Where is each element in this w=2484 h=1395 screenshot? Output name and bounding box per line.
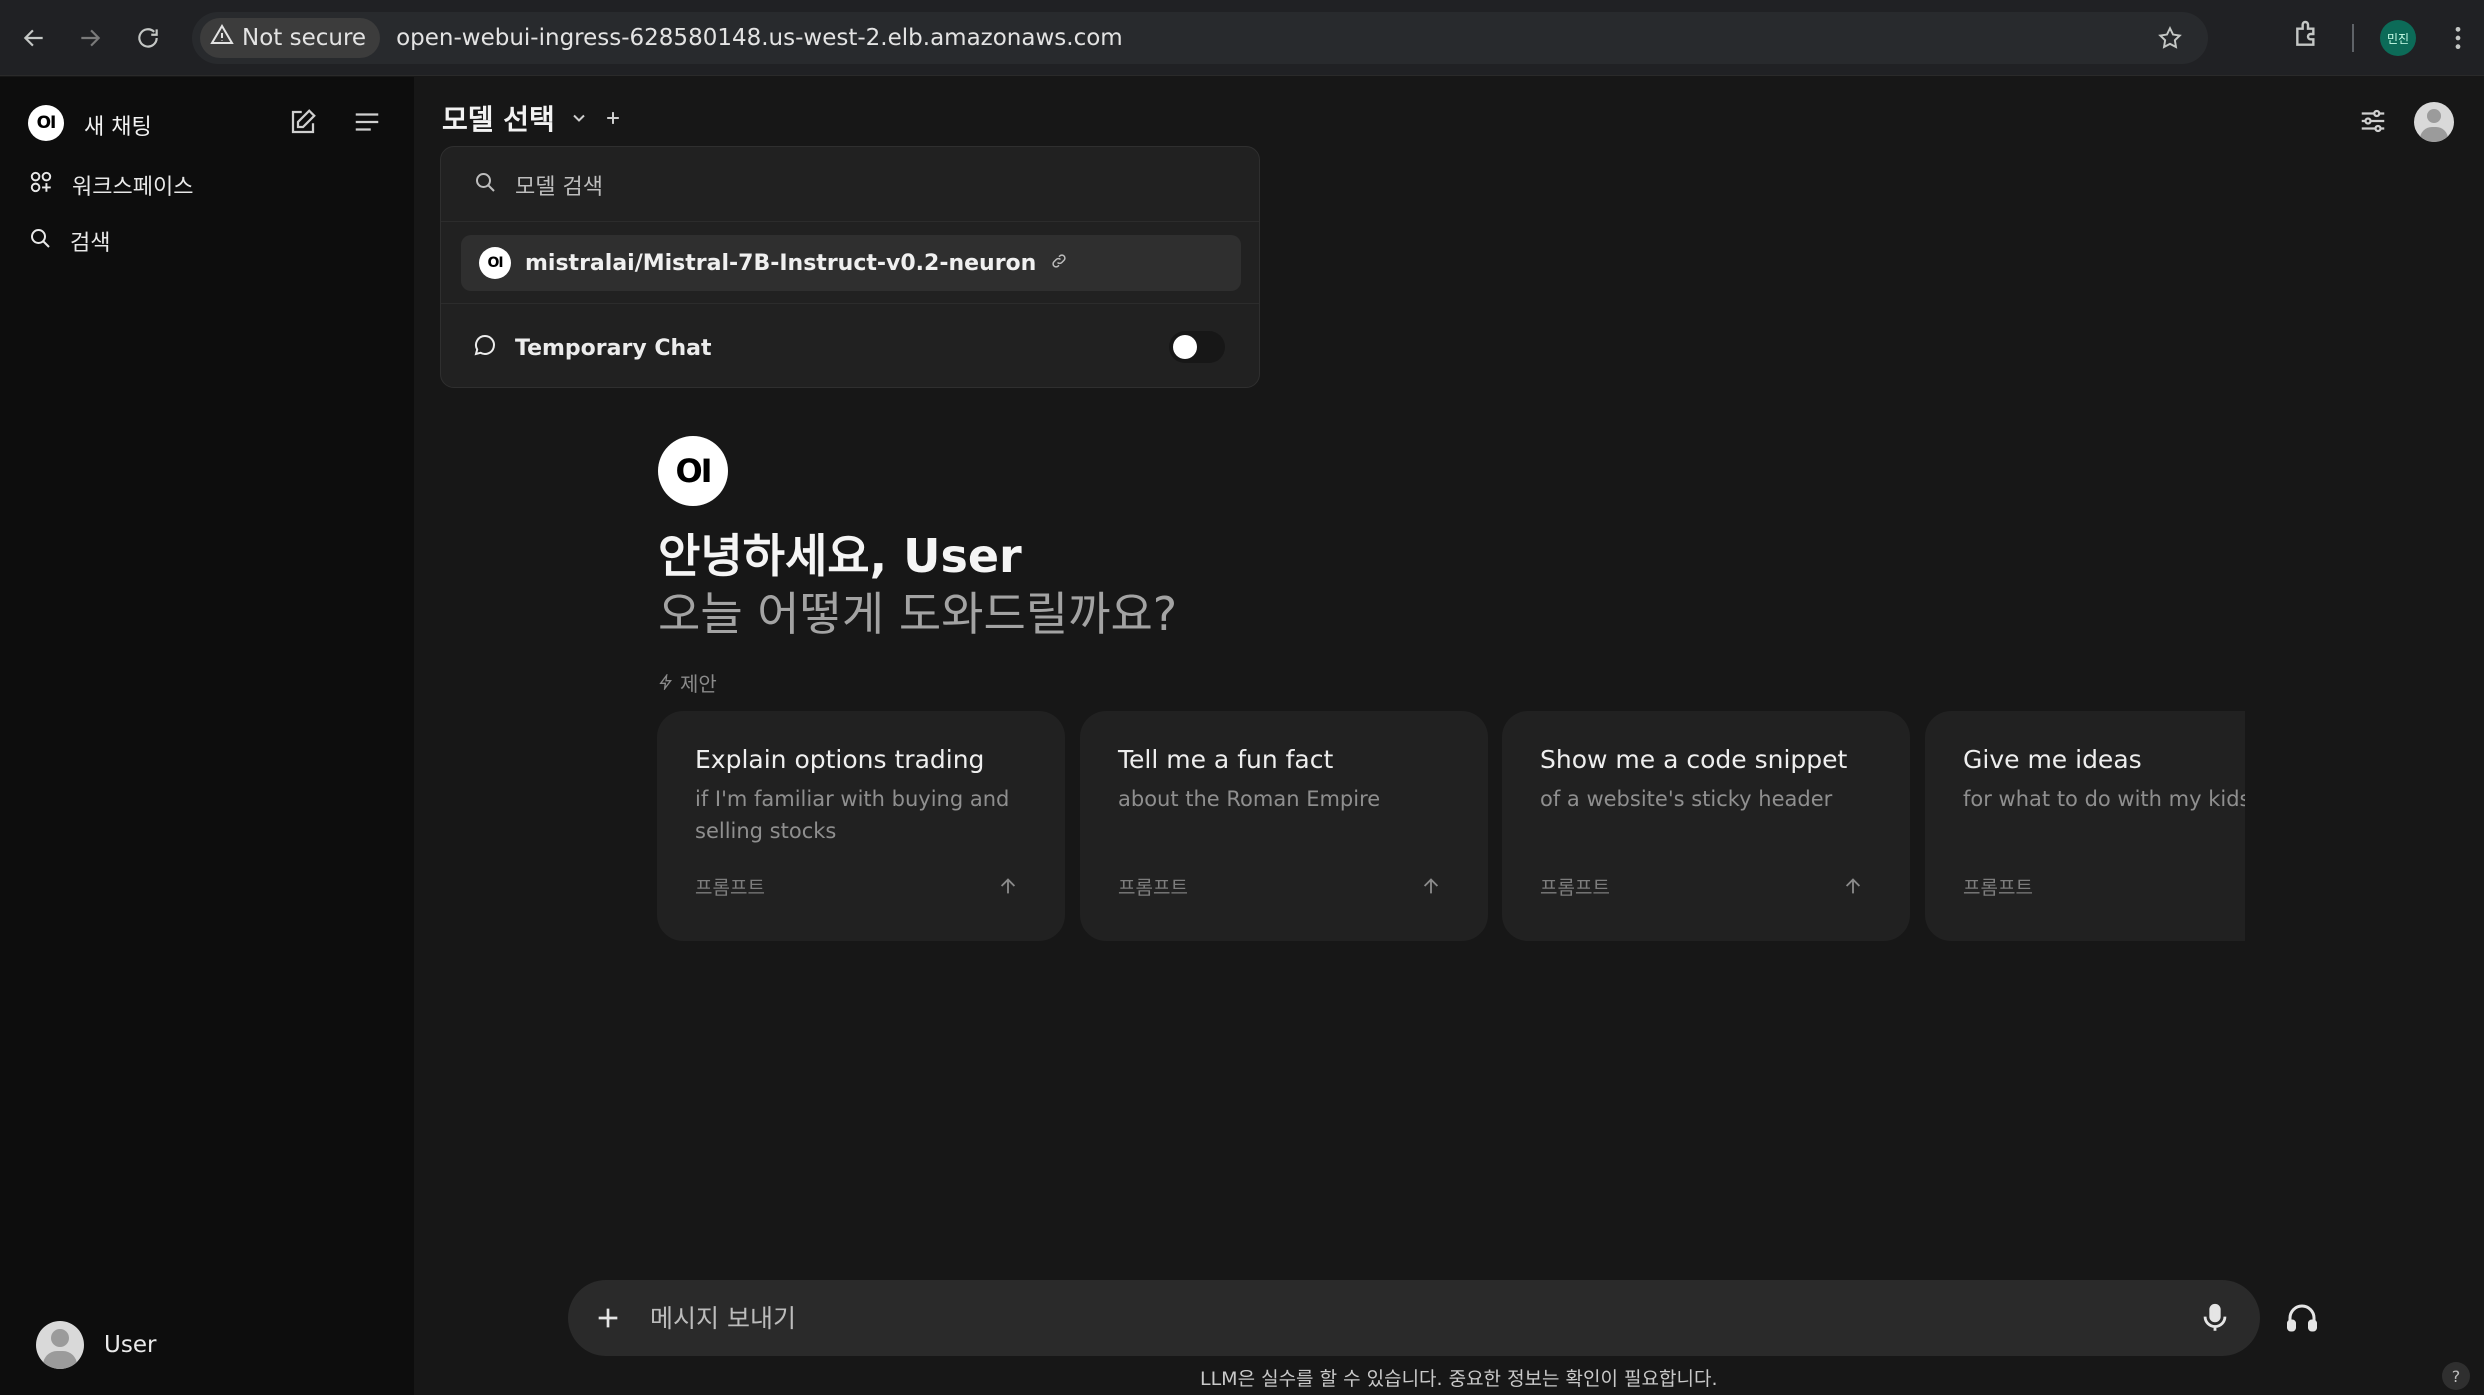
- suggestion-card[interactable]: Tell me a fun fact about the Roman Empir…: [1080, 711, 1488, 941]
- suggestions-label-text: 제안: [680, 672, 717, 696]
- model-selector-label: 모델 선택: [442, 103, 555, 136]
- attach-plus-icon[interactable]: [592, 1302, 624, 1338]
- openwebui-logo[interactable]: OI: [28, 105, 64, 141]
- card-tag: 프롬프트: [1118, 877, 1188, 899]
- card-description: for what to do with my kids' art: [1963, 787, 2245, 811]
- temporary-chat-label: Temporary Chat: [515, 335, 712, 361]
- model-dropdown: 모델 검색 OI mistralai/Mistral-7B-Instruct-v…: [440, 146, 1260, 388]
- new-chat-link[interactable]: 새 채팅: [84, 109, 152, 141]
- extensions-icon[interactable]: [2292, 18, 2324, 54]
- model-avatar-logo: OI: [658, 436, 728, 506]
- sidebar: OI 새 채팅 워크스페이스 검색 User: [0, 77, 414, 1395]
- browser-menu-icon[interactable]: [2440, 20, 2476, 56]
- microphone-icon[interactable]: [2198, 1300, 2232, 1340]
- card-description: of a website's sticky header: [1540, 787, 1833, 811]
- temporary-chat-toggle[interactable]: [1169, 331, 1225, 363]
- toolbar-divider: [2352, 24, 2354, 52]
- suggestion-card[interactable]: Give me ideas for what to do with my kid…: [1925, 711, 2245, 941]
- back-icon[interactable]: [12, 16, 56, 60]
- sidebar-item-label: 검색: [70, 231, 111, 256]
- message-input[interactable]: [650, 1298, 2050, 1338]
- browser-profile-avatar[interactable]: 민진: [2380, 20, 2416, 56]
- card-tag: 프롬프트: [1540, 877, 1610, 899]
- suggestion-card[interactable]: Show me a code snippet of a website's st…: [1502, 711, 1910, 941]
- controls-sliders-icon[interactable]: [2358, 106, 2388, 140]
- message-composer: [568, 1280, 2260, 1356]
- sidebar-user-menu[interactable]: User: [36, 1321, 156, 1369]
- arrow-up-icon: [1420, 875, 1442, 901]
- model-search-field[interactable]: 모델 검색: [473, 169, 603, 201]
- search-icon: [473, 170, 497, 200]
- suggestion-card[interactable]: Explain options trading if I'm familiar …: [657, 711, 1065, 941]
- disclaimer-text: LLM은 실수를 할 수 있습니다. 중요한 정보는 확인이 필요합니다.: [1200, 1368, 1718, 1390]
- search-icon: [28, 226, 52, 256]
- dropdown-divider: [441, 221, 1259, 222]
- link-icon: [1050, 252, 1068, 274]
- security-label: Not secure: [242, 25, 367, 51]
- chat-bubble-icon: [473, 333, 497, 363]
- model-option-name: mistralai/Mistral-7B-Instruct-v0.2-neuro…: [525, 250, 1037, 276]
- model-selector-button[interactable]: 모델 선택: [442, 98, 623, 138]
- header-user-avatar[interactable]: [2414, 102, 2454, 142]
- sidebar-item-workspace[interactable]: 워크스페이스: [28, 169, 193, 201]
- card-description: about the Roman Empire: [1118, 787, 1381, 811]
- security-chip[interactable]: Not secure: [200, 18, 381, 58]
- browser-toolbar: Not secure open-webui-ingress-628580148.…: [0, 0, 2484, 76]
- model-logo: OI: [479, 247, 511, 279]
- workspace-icon: [28, 169, 54, 201]
- reload-icon[interactable]: [126, 16, 170, 60]
- warning-icon: [210, 23, 234, 53]
- chevron-down-icon: [569, 102, 589, 135]
- user-name: User: [104, 1332, 157, 1358]
- greeting-subtitle: 오늘 어떻게 도와드릴까요?: [658, 587, 1178, 641]
- new-chat-edit-icon[interactable]: [288, 107, 318, 141]
- suggestion-cards: Explain options trading if I'm familiar …: [657, 711, 2245, 941]
- headphones-voice-mode-icon[interactable]: [2284, 1300, 2320, 1340]
- card-tag: 프롬프트: [1963, 877, 2033, 899]
- card-description: if I'm familiar with buying and selling …: [695, 787, 1010, 843]
- url-text[interactable]: open-webui-ingress-628580148.us-west-2.e…: [396, 25, 1123, 51]
- card-tag: 프롬프트: [695, 877, 765, 899]
- card-title: Give me ideas: [1963, 745, 2142, 774]
- sidebar-item-label: 워크스페이스: [72, 175, 194, 200]
- sidebar-item-search[interactable]: 검색: [28, 225, 110, 257]
- card-title: Show me a code snippet: [1540, 745, 1848, 774]
- model-option[interactable]: OI mistralai/Mistral-7B-Instruct-v0.2-ne…: [461, 235, 1241, 291]
- card-title: Tell me a fun fact: [1118, 745, 1334, 774]
- bookmark-star-icon[interactable]: [2152, 20, 2188, 56]
- bolt-icon: [658, 671, 674, 695]
- help-button[interactable]: ?: [2442, 1362, 2470, 1390]
- suggestions-label: 제안: [658, 668, 717, 697]
- add-model-icon[interactable]: [603, 102, 623, 135]
- temporary-chat-row[interactable]: Temporary Chat: [473, 333, 712, 363]
- toggle-knob: [1173, 335, 1197, 359]
- address-bar[interactable]: Not secure open-webui-ingress-628580148.…: [192, 12, 2208, 64]
- card-title: Explain options trading: [695, 745, 985, 774]
- model-search-placeholder: 모델 검색: [515, 175, 603, 200]
- dropdown-divider: [441, 303, 1259, 304]
- sidebar-toggle-icon[interactable]: [352, 107, 382, 141]
- greeting-title: 안녕하세요, User: [658, 529, 1022, 583]
- arrow-up-icon: [997, 875, 1019, 901]
- avatar: [36, 1321, 84, 1369]
- forward-icon[interactable]: [68, 16, 112, 60]
- arrow-up-icon: [1842, 875, 1864, 901]
